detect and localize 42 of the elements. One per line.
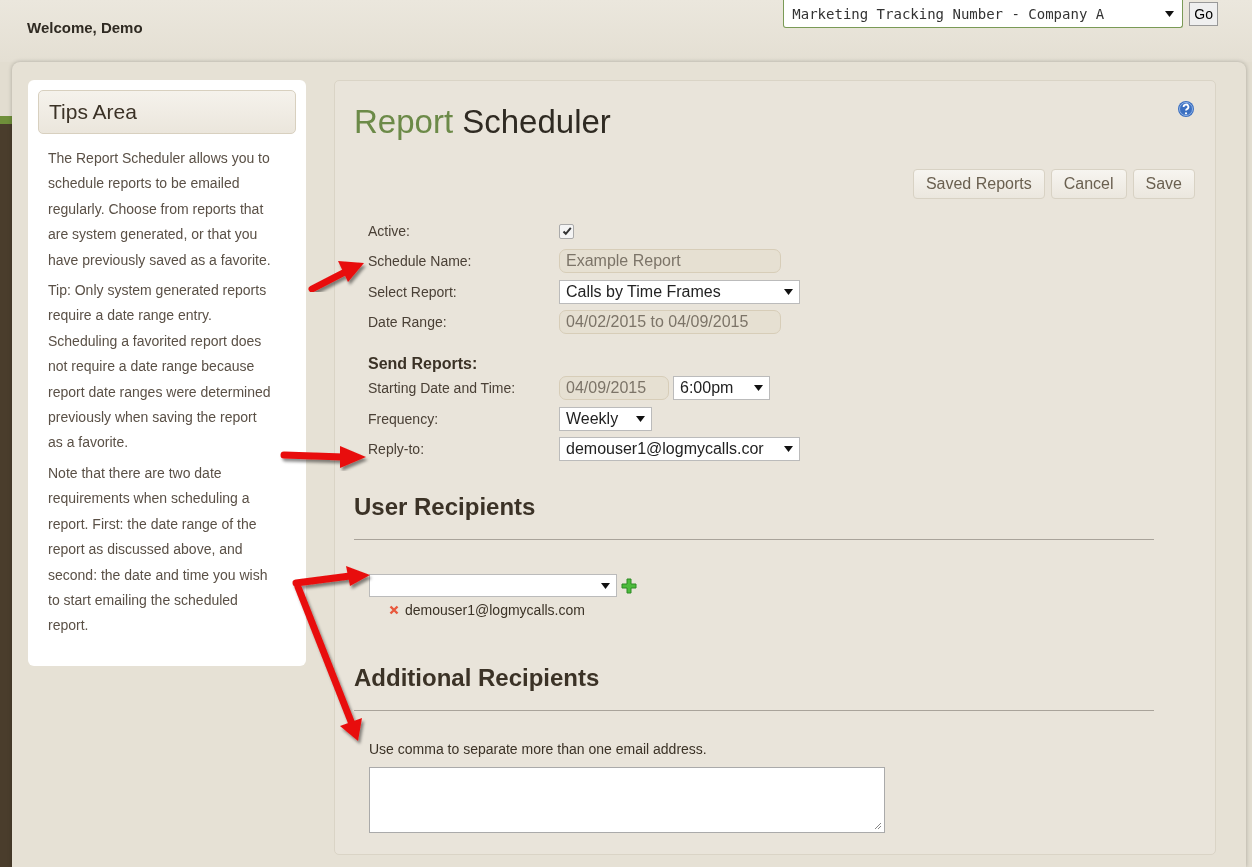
- go-button[interactable]: Go: [1189, 2, 1218, 26]
- welcome-text: Welcome, Demo: [27, 19, 143, 37]
- dropdown[interactable]: Calls by Time Frames: [559, 279, 800, 304]
- caret-icon: [636, 415, 645, 422]
- tip-paragraph: Tip: Only system generated reports require a date range entry. Scheduling a favorited report does not require a date range because report date ranges were determined previously when saving the report as a favorite.: [47, 281, 272, 453]
- tracker-select[interactable]: Marketing Tracking Number - Company A: [783, 0, 1184, 28]
- caret-icon: [754, 385, 763, 392]
- section-heading: Additional Recipients: [354, 664, 601, 693]
- time-dropdown[interactable]: 6:00pm: [673, 376, 770, 401]
- toolbar-button[interactable]: Saved Reports: [912, 169, 1045, 199]
- recipient-dropdown[interactable]: [369, 574, 617, 598]
- tip-paragraph: The Report Scheduler allows you to schedule reports to be emailed regularly. Choose from reports that are system generated, or that you have previously saved as a favorite.: [47, 149, 272, 270]
- dropdown[interactable]: Weekly: [559, 406, 652, 431]
- field-label: Reply-to:: [368, 440, 426, 457]
- annotation-arrow: [308, 261, 364, 293]
- field-label: Date Range:: [368, 314, 448, 331]
- tips-title: Tips Area: [38, 90, 296, 134]
- checkbox[interactable]: [559, 223, 574, 239]
- section-heading: Send Reports:: [368, 355, 479, 375]
- date-field[interactable]: 04/09/2015: [559, 376, 669, 401]
- tip-paragraph: Note that there are two date requirements when scheduling a report. First: the date range of the report as discussed above, and second: the date and time you wish to start emailing the scheduled report.: [47, 463, 269, 636]
- remove-icon[interactable]: [389, 605, 399, 616]
- hint-text: Use comma to separate more than one email address.: [369, 741, 708, 758]
- caret-icon: [1165, 10, 1175, 17]
- caret-icon: [601, 582, 610, 589]
- page-title: Report Scheduler: [354, 103, 611, 141]
- field-label: Frequency:: [368, 410, 440, 427]
- toolbar-button[interactable]: Cancel: [1050, 169, 1127, 199]
- field-label: Active:: [368, 223, 411, 240]
- caret-icon: [784, 445, 793, 452]
- resize-grip-icon[interactable]: [874, 822, 882, 831]
- field-label: Schedule Name:: [368, 253, 473, 270]
- recipient-email: demouser1@logmycalls.com: [405, 602, 585, 619]
- field-label: Starting Date and Time:: [368, 380, 517, 397]
- add-icon[interactable]: [621, 577, 637, 594]
- caret-icon: [784, 288, 793, 295]
- dropdown[interactable]: demouser1@logmycalls.cor: [559, 436, 800, 461]
- help-icon[interactable]: [1177, 100, 1195, 118]
- email-textarea[interactable]: [369, 767, 885, 834]
- toolbar-button[interactable]: Save: [1132, 169, 1195, 199]
- field-label: Select Report:: [368, 283, 458, 300]
- section-heading: User Recipients: [354, 493, 537, 522]
